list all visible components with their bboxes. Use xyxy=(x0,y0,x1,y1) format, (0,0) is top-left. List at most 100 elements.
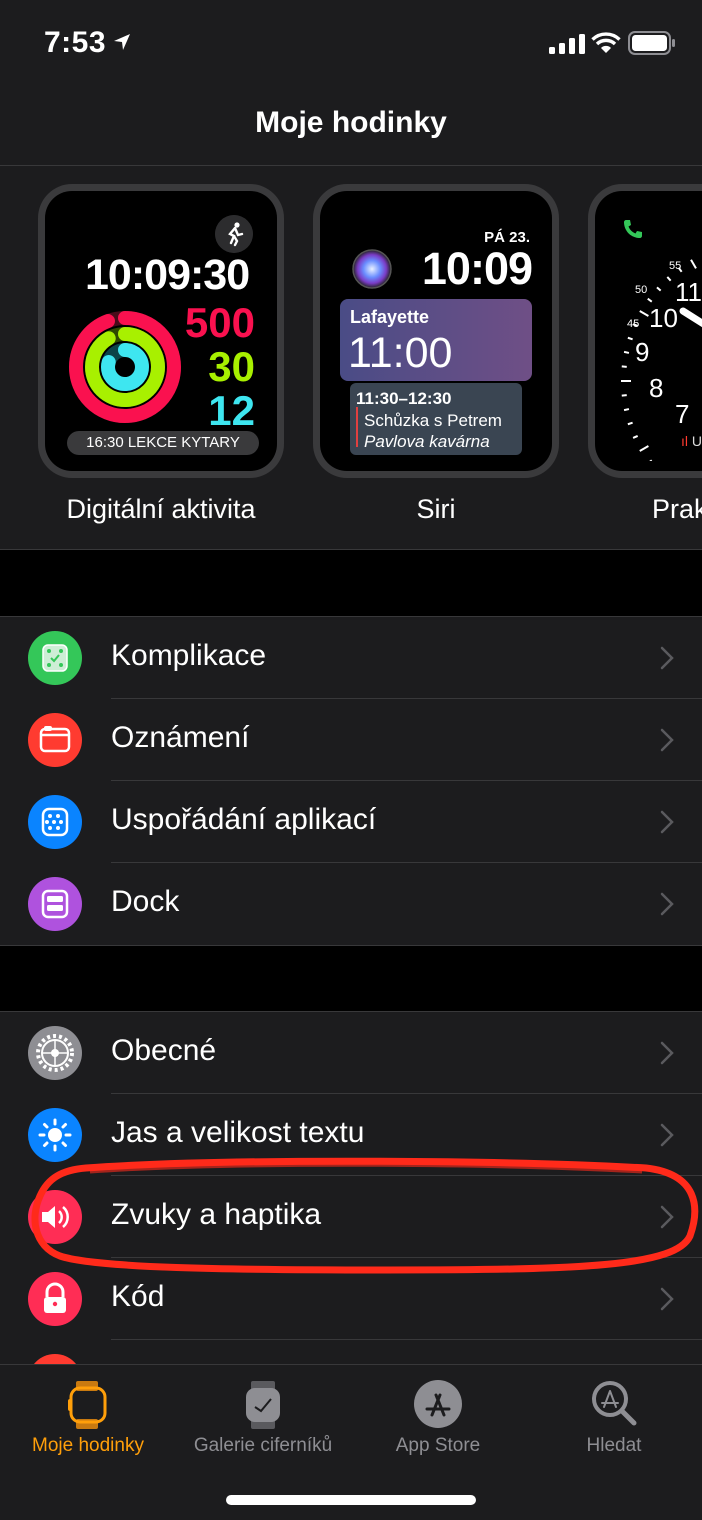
watch-face-utility[interactable]: 55 50 45 11 10 9 8 7 ıl U xyxy=(588,184,702,478)
sound-icon xyxy=(28,1190,82,1244)
row-label: Kód xyxy=(111,1280,165,1313)
dial-tick xyxy=(690,259,697,269)
row-obecne[interactable]: Obecné xyxy=(0,1012,702,1094)
dial-number: 55 xyxy=(669,260,681,272)
settings-group-watch: Komplikace Oznámení Uspořádání aplikací … xyxy=(0,616,702,946)
location-arrow-icon xyxy=(114,34,130,50)
dial-tick xyxy=(627,336,633,341)
dial-number: 7 xyxy=(675,399,689,429)
event-title: Schůzka s Petrem xyxy=(364,411,502,430)
watch-time: 10:09 xyxy=(421,243,533,294)
navigation-bar: Moje hodinky xyxy=(0,90,702,166)
row-kod[interactable]: Kód xyxy=(0,1258,702,1340)
dial-tick xyxy=(621,394,627,397)
chevron-right-icon xyxy=(660,1123,674,1147)
row-label: Obecné xyxy=(111,1034,217,1067)
card-time: 11:00 xyxy=(348,329,453,377)
event-time: 11:30–12:30 xyxy=(356,389,452,408)
dial-tick xyxy=(621,365,627,368)
move-value: 500 xyxy=(184,299,255,346)
home-indicator xyxy=(226,1495,476,1505)
chevron-right-icon xyxy=(660,646,674,670)
analog-clock-dial: 55 50 45 11 10 9 8 7 xyxy=(621,259,702,461)
event-complication: 16:30 LEKCE KYTARY xyxy=(67,431,259,455)
tab-watch-faces[interactable]: Galerie ciferníků xyxy=(175,1375,351,1471)
dial-tick xyxy=(627,421,633,426)
exercise-value: 30 xyxy=(208,343,255,390)
siri-weather-card: Lafayette 11:00 xyxy=(340,299,532,381)
battery-icon xyxy=(628,31,675,55)
dial-tick xyxy=(639,445,649,452)
row-label: Dock xyxy=(111,885,180,918)
tab-search[interactable]: Hledat xyxy=(526,1375,702,1471)
row-usporadani-aplikaci[interactable]: Uspořádání aplikací xyxy=(0,781,702,863)
watch-time: 10:09:30 xyxy=(85,251,250,299)
dial-number: 8 xyxy=(649,373,663,403)
tab-app-store[interactable]: App Store xyxy=(350,1375,526,1471)
dial-tick xyxy=(656,286,662,292)
app-store-icon xyxy=(414,1380,462,1428)
watch-face-label: Digitální aktivita xyxy=(66,494,256,524)
chevron-right-icon xyxy=(660,1041,674,1065)
tab-my-watch[interactable]: Moje hodinky xyxy=(0,1375,176,1471)
row-zvuky-a-haptika[interactable]: Zvuky a haptika xyxy=(0,1176,702,1258)
watch-faces-carousel[interactable]: 10:09:30 500 30 12 16:30 LEKCE KYTARY Di… xyxy=(0,166,702,550)
tab-label: Galerie ciferníků xyxy=(193,1435,333,1456)
status-bar: 7:53 xyxy=(0,0,702,90)
dock-icon xyxy=(28,877,82,931)
complications-icon xyxy=(28,631,82,685)
dial-tick xyxy=(632,434,639,439)
card-title: Lafayette xyxy=(350,307,430,327)
chevron-right-icon xyxy=(660,810,674,834)
dial-tick xyxy=(647,297,653,303)
dial-number: 10 xyxy=(649,303,678,333)
app-layout-icon xyxy=(28,795,82,849)
dial-number: 50 xyxy=(635,284,647,296)
utility-complication: ıl U xyxy=(681,433,702,449)
dial-tick xyxy=(666,276,672,282)
page-title: Moje hodinky xyxy=(255,106,447,139)
section-gap xyxy=(0,551,702,616)
row-dock[interactable]: Dock xyxy=(0,863,702,945)
row-komplikace[interactable]: Komplikace xyxy=(0,617,702,699)
search-icon xyxy=(592,1381,637,1426)
brightness-icon xyxy=(28,1108,82,1162)
cellular-signal-icon xyxy=(549,34,585,54)
gear-icon xyxy=(28,1026,82,1080)
tab-label: Hledat xyxy=(586,1435,642,1456)
tab-label: App Store xyxy=(395,1435,481,1456)
watch-face-digital-activity[interactable]: 10:09:30 500 30 12 16:30 LEKCE KYTARY xyxy=(38,184,284,478)
dial-tick xyxy=(639,310,649,317)
dial-number: 9 xyxy=(635,337,649,367)
watch-face-label: Siri xyxy=(416,494,456,524)
siri-icon xyxy=(352,249,392,289)
settings-group-general: Obecné Jas a velikost textu Zvuky a hapt… xyxy=(0,1011,702,1411)
siri-event-card: 11:30–12:30 Schůzka s Petrem Pavlova kav… xyxy=(350,383,522,455)
watch-icon xyxy=(68,1381,107,1429)
row-label: Oznámení xyxy=(111,721,250,754)
chevron-right-icon xyxy=(660,892,674,916)
activity-rings-icon xyxy=(69,311,181,423)
row-label: Zvuky a haptika xyxy=(111,1198,322,1231)
dial-number: 45 xyxy=(627,318,639,330)
status-time: 7:53 xyxy=(44,26,107,59)
section-gap xyxy=(0,946,702,1011)
tab-label: Moje hodinky xyxy=(32,1435,144,1456)
row-jas-a-velikost-textu[interactable]: Jas a velikost textu xyxy=(0,1094,702,1176)
chevron-right-icon xyxy=(660,1287,674,1311)
dial-tick xyxy=(623,350,630,354)
dial-tick xyxy=(623,408,630,412)
lock-icon xyxy=(28,1272,82,1326)
complication-label: U xyxy=(691,433,702,449)
calendar-bar xyxy=(356,407,358,447)
stand-value: 12 xyxy=(208,387,255,434)
watch-face-siri[interactable]: PÁ 23. 10:09 Lafayette 11:00 11:30–12:30… xyxy=(313,184,559,478)
runner-icon xyxy=(215,215,253,253)
chevron-right-icon xyxy=(660,1205,674,1229)
row-label: Komplikace xyxy=(111,639,267,672)
row-oznameni[interactable]: Oznámení xyxy=(0,699,702,781)
chevron-right-icon xyxy=(660,728,674,752)
wifi-icon xyxy=(591,32,621,53)
watch-faces-icon xyxy=(246,1381,280,1429)
notifications-icon xyxy=(28,713,82,767)
